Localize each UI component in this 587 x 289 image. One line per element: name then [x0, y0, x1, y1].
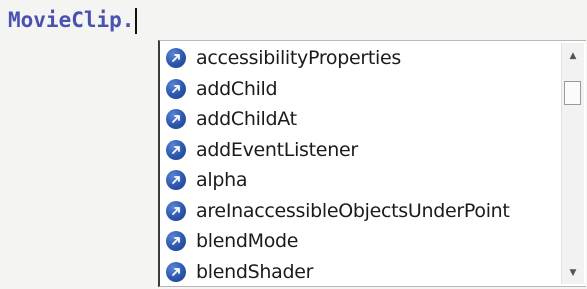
- autocomplete-item-alpha[interactable]: alpha: [160, 165, 560, 196]
- scroll-down-arrow-icon[interactable]: ▼: [562, 264, 584, 282]
- autocomplete-list: accessibilityProperties addChild addChil…: [160, 43, 560, 286]
- autocomplete-item-label: addEventListener: [196, 138, 358, 161]
- autocomplete-item-label: addChild: [196, 77, 278, 100]
- method-icon: [166, 139, 186, 160]
- scrollbar-thumb[interactable]: [564, 81, 581, 105]
- method-icon: [166, 78, 186, 99]
- code-line: MovieClip.: [8, 8, 138, 34]
- autocomplete-popup: accessibilityProperties addChild addChil…: [158, 40, 586, 287]
- text-caret: [135, 8, 138, 34]
- autocomplete-item-label: blendMode: [196, 230, 299, 253]
- code-editor[interactable]: MovieClip. accessibilityProperties addCh…: [0, 0, 587, 289]
- method-icon: [166, 200, 186, 221]
- autocomplete-item-accessibilityProperties[interactable]: accessibilityProperties: [160, 43, 560, 74]
- autocomplete-item-label: areInaccessibleObjectsUnderPoint: [196, 199, 510, 222]
- property-icon: [166, 48, 186, 69]
- autocomplete-item-blendMode[interactable]: blendMode: [160, 226, 560, 257]
- autocomplete-item-label: alpha: [196, 169, 248, 192]
- autocomplete-item-label: accessibilityProperties: [196, 47, 402, 70]
- vertical-scrollbar[interactable]: ▲ ▼: [561, 43, 584, 284]
- scroll-up-arrow-icon[interactable]: ▲: [562, 47, 584, 65]
- autocomplete-item-label: addChildAt: [196, 108, 297, 131]
- autocomplete-item-label: blendShader: [196, 260, 314, 283]
- autocomplete-item-addChildAt[interactable]: addChildAt: [160, 104, 560, 135]
- autocomplete-item-blendShader[interactable]: blendShader: [160, 257, 560, 288]
- property-icon: [166, 261, 186, 282]
- code-text: MovieClip.: [8, 8, 135, 32]
- autocomplete-item-addChild[interactable]: addChild: [160, 74, 560, 105]
- autocomplete-item-areInaccessibleObjectsUnderPoint[interactable]: areInaccessibleObjectsUnderPoint: [160, 196, 560, 227]
- property-icon: [166, 231, 186, 252]
- autocomplete-item-addEventListener[interactable]: addEventListener: [160, 135, 560, 166]
- method-icon: [166, 109, 186, 130]
- property-icon: [166, 170, 186, 191]
